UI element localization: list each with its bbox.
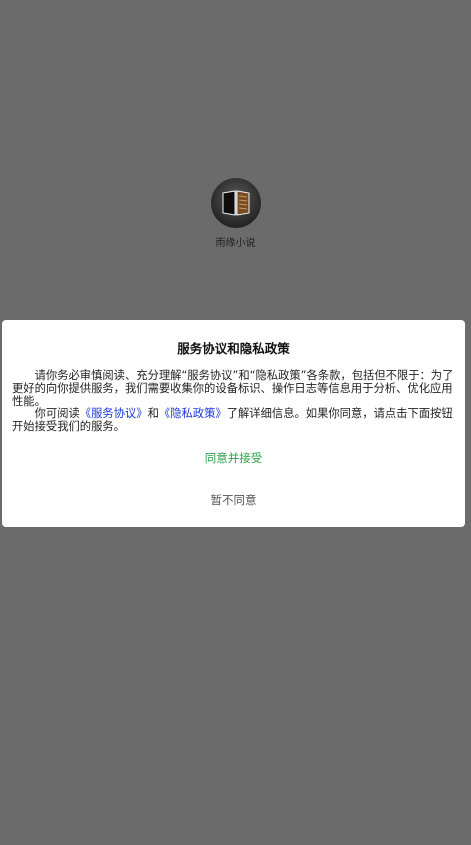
decline-button[interactable]: 暂不同意 xyxy=(2,492,465,508)
service-agreement-link[interactable]: 《服务协议》 xyxy=(80,407,148,420)
dialog-title: 服务协议和隐私政策 xyxy=(177,341,290,356)
screen: 雨缘小说 服务协议和隐私政策 请你务必审慎阅读、充分理解“服务协议”和“隐私政策… xyxy=(0,0,471,845)
and-text: 和 xyxy=(147,407,159,421)
privacy-dialog: 服务协议和隐私政策 请你务必审慎阅读、充分理解“服务协议”和“隐私政策”各条款，… xyxy=(2,320,465,527)
agree-button[interactable]: 同意并接受 xyxy=(2,450,465,466)
app-name: 雨缘小说 xyxy=(215,238,256,249)
book-icon xyxy=(222,190,249,216)
app-splash: 雨缘小说 xyxy=(0,178,471,249)
privacy-policy-link[interactable]: 《隐私政策》 xyxy=(159,407,227,420)
paragraph-2-prefix: 你可阅读 xyxy=(34,407,80,421)
dialog-paragraph-2: 你可阅读《服务协议》和《隐私政策》了解详细信息。如果你同意，请点击下面按钮开始接… xyxy=(12,407,457,434)
app-logo xyxy=(210,178,261,228)
dialog-body: 请你务必审慎阅读、充分理解“服务协议”和“隐私政策”各条款，包括但不限于：为了更… xyxy=(12,369,457,434)
dialog-paragraph-1: 请你务必审慎阅读、充分理解“服务协议”和“隐私政策”各条款，包括但不限于：为了更… xyxy=(12,369,454,408)
